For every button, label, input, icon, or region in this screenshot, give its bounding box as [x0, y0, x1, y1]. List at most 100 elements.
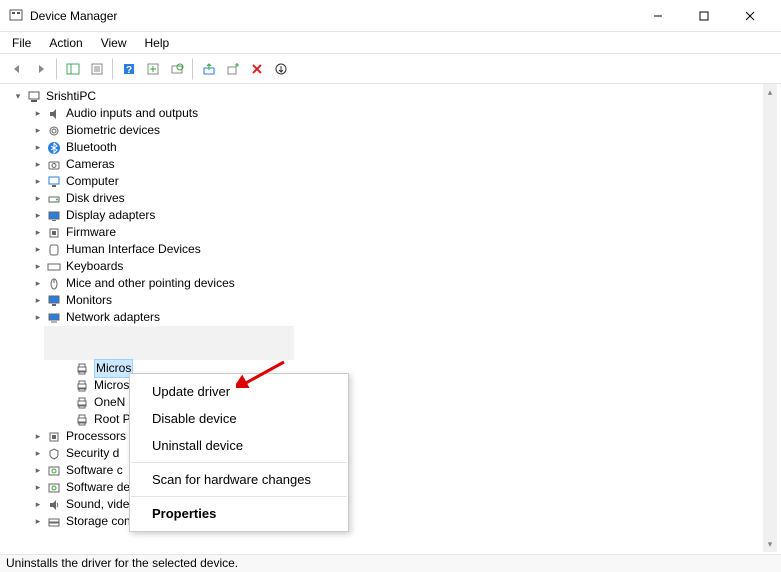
tree-node[interactable]: ▸ Processors	[4, 428, 763, 445]
menu-uninstall-device[interactable]: Uninstall device	[130, 432, 348, 459]
menu-action[interactable]: Action	[41, 35, 90, 51]
toolbar-separator	[56, 58, 58, 80]
tree-node[interactable]: ▸ Audio inputs and outputs	[4, 105, 763, 122]
monitor-icon	[46, 293, 62, 309]
status-text: Uninstalls the driver for the selected d…	[6, 556, 238, 570]
update-driver-button[interactable]	[198, 58, 220, 80]
scroll-up-icon[interactable]: ▴	[763, 84, 777, 100]
expand-icon[interactable]: ▸	[32, 513, 44, 530]
expand-icon[interactable]: ▸	[32, 190, 44, 207]
tree-node[interactable]: ▸ Biometric devices	[4, 122, 763, 139]
collapse-icon[interactable]: ▾	[12, 88, 24, 105]
expand-icon[interactable]: ▸	[32, 241, 44, 258]
forward-button[interactable]	[30, 58, 52, 80]
tree-node[interactable]: ▸ Security d	[4, 445, 763, 462]
menu-file[interactable]: File	[4, 35, 39, 51]
statusbar: Uninstalls the driver for the selected d…	[0, 554, 781, 572]
tree-node[interactable]: Micros	[4, 377, 763, 394]
hid-icon	[46, 242, 62, 258]
expand-icon[interactable]: ▸	[32, 292, 44, 309]
tree-root[interactable]: ▾ SrishtiPC	[4, 88, 763, 105]
scan-hardware-button[interactable]	[166, 58, 188, 80]
menu-disable-device[interactable]: Disable device	[130, 405, 348, 432]
node-label: Mice and other pointing devices	[66, 275, 235, 292]
expand-icon[interactable]: ▸	[32, 122, 44, 139]
expand-icon[interactable]: ▸	[32, 224, 44, 241]
tree-node[interactable]: ▸Sound, video and game controllers	[4, 496, 763, 513]
tree-node[interactable]: ▸ Mice and other pointing devices	[4, 275, 763, 292]
refresh-button[interactable]	[270, 58, 292, 80]
tree-node[interactable]: ▸ Firmware	[4, 224, 763, 241]
action-button[interactable]	[142, 58, 164, 80]
biometric-icon	[46, 123, 62, 139]
menu-properties[interactable]: Properties	[130, 500, 348, 527]
node-label: Software de	[66, 479, 130, 496]
tree-node[interactable]: ▸Network adapters	[4, 309, 763, 326]
expand-icon[interactable]: ▸	[32, 258, 44, 275]
node-label: Human Interface Devices	[66, 241, 201, 258]
node-label: Keyboards	[66, 258, 123, 275]
minimize-button[interactable]	[635, 0, 681, 32]
storage-icon	[46, 514, 62, 530]
tree-node[interactable]: ▸Computer	[4, 173, 763, 190]
expand-icon[interactable]: ▸	[32, 479, 44, 496]
tree-node[interactable]: ▸Disk drives	[4, 190, 763, 207]
toolbar: ?	[0, 54, 781, 84]
expand-icon[interactable]: ▸	[32, 462, 44, 479]
menu-separator	[131, 462, 347, 463]
back-button[interactable]	[6, 58, 28, 80]
tree-node[interactable]: ▸ Software de	[4, 479, 763, 496]
node-label: OneN	[94, 394, 125, 411]
tree-node[interactable]: Root P	[4, 411, 763, 428]
expand-icon[interactable]: ▸	[32, 139, 44, 156]
tree-node[interactable]: ▸Display adapters	[4, 207, 763, 224]
security-icon	[46, 446, 62, 462]
help-button[interactable]: ?	[118, 58, 140, 80]
expand-icon[interactable]: ▸	[32, 173, 44, 190]
expand-icon[interactable]: ▸	[32, 496, 44, 513]
node-label: Audio inputs and outputs	[66, 105, 198, 122]
node-label: Biometric devices	[66, 122, 160, 139]
tree-node[interactable]: ▸ Keyboards	[4, 258, 763, 275]
camera-icon	[46, 157, 62, 173]
tree-node[interactable]: ▸Storage controllers	[4, 513, 763, 530]
titlebar: Device Manager	[0, 0, 781, 32]
tree-node[interactable]: ▸Bluetooth	[4, 139, 763, 156]
device-tree[interactable]: ▾ SrishtiPC ▸ Audio inputs and outputs ▸ Bi…	[4, 84, 763, 552]
menubar: File Action View Help	[0, 32, 781, 54]
bluetooth-icon	[46, 140, 62, 156]
maximize-button[interactable]	[681, 0, 727, 32]
expand-icon[interactable]: ▸	[32, 428, 44, 445]
tree-node[interactable]: OneN	[4, 394, 763, 411]
menu-scan-hardware[interactable]: Scan for hardware changes	[130, 466, 348, 493]
app-icon	[8, 8, 24, 24]
tree-node[interactable]: ▸Monitors	[4, 292, 763, 309]
software-icon	[46, 480, 62, 496]
menu-view[interactable]: View	[93, 35, 135, 51]
menu-update-driver[interactable]: Update driver	[130, 378, 348, 405]
disable-device-button[interactable]	[222, 58, 244, 80]
expand-icon[interactable]: ▸	[32, 156, 44, 173]
tree-node[interactable]: ▸ Human Interface Devices	[4, 241, 763, 258]
expand-icon[interactable]: ▸	[32, 105, 44, 122]
node-label: Software c	[66, 462, 123, 479]
tree-node[interactable]: ▸ Software c	[4, 462, 763, 479]
menu-help[interactable]: Help	[137, 35, 178, 51]
expand-icon[interactable]: ▸	[32, 207, 44, 224]
uninstall-device-button[interactable]	[246, 58, 268, 80]
node-label: Firmware	[66, 224, 116, 241]
vertical-scrollbar[interactable]: ▴ ▾	[763, 84, 777, 552]
node-label: Security d	[66, 445, 119, 462]
expand-icon[interactable]: ▸	[32, 275, 44, 292]
properties-button[interactable]	[86, 58, 108, 80]
menu-separator	[131, 496, 347, 497]
tree-node[interactable]: Micros	[4, 360, 763, 377]
expand-icon[interactable]: ▸	[32, 309, 44, 326]
show-hide-tree-button[interactable]	[62, 58, 84, 80]
close-button[interactable]	[727, 0, 773, 32]
node-label: Processors	[66, 428, 126, 445]
scroll-down-icon[interactable]: ▾	[763, 536, 777, 552]
printer-icon	[74, 378, 90, 394]
expand-icon[interactable]: ▸	[32, 445, 44, 462]
tree-node[interactable]: ▸Cameras	[4, 156, 763, 173]
